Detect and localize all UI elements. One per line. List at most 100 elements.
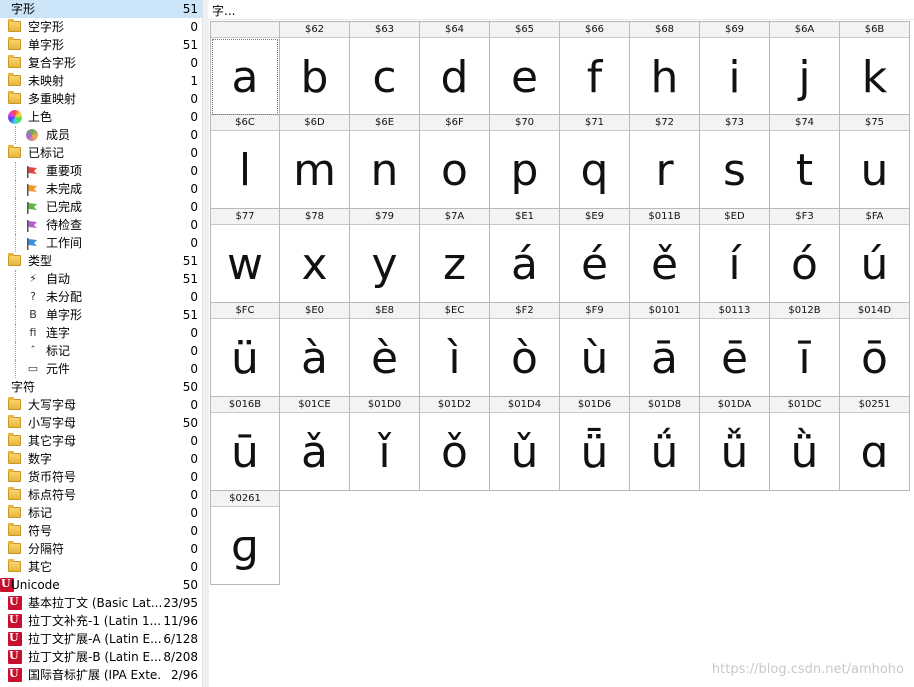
- glyph-cell[interactable]: $71 q: [560, 115, 630, 209]
- tree-item[interactable]: 基本拉丁文 (Basic Lat...23/95: [0, 593, 202, 612]
- glyph-cell[interactable]: $63 c: [350, 21, 420, 115]
- tree-item[interactable]: 类型 51: [0, 252, 202, 270]
- tree-item[interactable]: 未完成 0: [0, 180, 202, 198]
- glyph-cell[interactable]: $72 r: [630, 115, 700, 209]
- glyph-cell[interactable]: $73 s: [700, 115, 770, 209]
- glyph-cell[interactable]: $01DA ǚ: [700, 397, 770, 491]
- glyph-code: $F2: [490, 303, 559, 319]
- glyph-cell[interactable]: $01D8 ǘ: [630, 397, 700, 491]
- tree-item[interactable]: 空字形 0: [0, 18, 202, 36]
- glyph-cell[interactable]: $E0 à: [280, 303, 350, 397]
- tree-item[interactable]: 其它字母 0: [0, 432, 202, 450]
- tree-item[interactable]: 拉丁文扩展-B (Latin E...8/208: [0, 647, 202, 666]
- sidebar-tree[interactable]: 字形 51 空字形 0 单字形 51 复合字形 0 未映射 1 多重映射 0 上色 0 成员 0 已标记 0 重要项…: [0, 0, 202, 687]
- glyph-cell[interactable]: $74 t: [770, 115, 840, 209]
- tree-item[interactable]: 拉丁文扩展-A (Latin E...6/128: [0, 629, 202, 648]
- glyph-cell[interactable]: $79 y: [350, 209, 420, 303]
- tree-item[interactable]: 标记 0: [0, 504, 202, 522]
- tree-item[interactable]: 已完成 0: [0, 198, 202, 216]
- glyph-cell[interactable]: $F2 ò: [490, 303, 560, 397]
- tree-item[interactable]: Unicode 50: [0, 575, 202, 594]
- tree-item[interactable]: 重要项 0: [0, 162, 202, 180]
- tree-item[interactable]: 其它 0: [0, 558, 202, 576]
- tree-item[interactable]: 复合字形 0: [0, 54, 202, 72]
- glyph-cell[interactable]: $7A z: [420, 209, 490, 303]
- search-bar[interactable]: 字...: [208, 3, 914, 20]
- tree-item[interactable]: 拉丁文补充-1 (Latin 1...11/96: [0, 611, 202, 630]
- glyph-cell[interactable]: $011B ě: [630, 209, 700, 303]
- tree-item[interactable]: ? 未分配 0: [0, 288, 202, 306]
- glyph-cell[interactable]: $01D6 ǖ: [560, 397, 630, 491]
- glyph-cell[interactable]: $70 p: [490, 115, 560, 209]
- tree-item[interactable]: 待检查 0: [0, 216, 202, 234]
- glyph-cell[interactable]: $6D m: [280, 115, 350, 209]
- glyph-cell[interactable]: $6E n: [350, 115, 420, 209]
- folder-icon: [8, 37, 21, 50]
- glyph-cell[interactable]: $012B ī: [770, 303, 840, 397]
- tree-item-label: 自动: [46, 272, 71, 286]
- tree-item-label: 其它: [28, 560, 53, 574]
- tree-item[interactable]: 未映射 1: [0, 72, 202, 90]
- tree-item[interactable]: 单字形 51: [0, 36, 202, 54]
- glyph-cell[interactable]: a: [210, 21, 280, 115]
- tree-item[interactable]: 大写字母 0: [0, 396, 202, 414]
- glyph-cell[interactable]: $6A j: [770, 21, 840, 115]
- tree-item[interactable]: 上色 0: [0, 108, 202, 126]
- glyph-cell[interactable]: $0251 ɑ: [840, 397, 910, 491]
- tree-item[interactable]: 分隔符 0: [0, 540, 202, 558]
- glyph-cell[interactable]: $E9 é: [560, 209, 630, 303]
- glyph-cell[interactable]: $FA ú: [840, 209, 910, 303]
- glyph-cell[interactable]: $016B ū: [210, 397, 280, 491]
- glyph-cell[interactable]: $E1 á: [490, 209, 560, 303]
- glyph-cell[interactable]: $6F o: [420, 115, 490, 209]
- glyph-cell[interactable]: $F9 ù: [560, 303, 630, 397]
- glyph-cell[interactable]: $6B k: [840, 21, 910, 115]
- glyph-cell[interactable]: $0113 ē: [700, 303, 770, 397]
- tree-item[interactable]: 数字 0: [0, 450, 202, 468]
- glyph-cell[interactable]: $01D2 ǒ: [420, 397, 490, 491]
- glyph-cell[interactable]: $0261 ɡ: [210, 491, 280, 585]
- tree-item[interactable]: 字形 51: [0, 0, 202, 18]
- glyph-cell[interactable]: $78 x: [280, 209, 350, 303]
- glyph-cell[interactable]: $0101 ā: [630, 303, 700, 397]
- tree-item[interactable]: 小写字母 50: [0, 414, 202, 432]
- glyph-cell[interactable]: $68 h: [630, 21, 700, 115]
- glyph-cell[interactable]: $F3 ó: [770, 209, 840, 303]
- tree-item[interactable]: 货币符号 0: [0, 468, 202, 486]
- glyph-cell[interactable]: $01D4 ǔ: [490, 397, 560, 491]
- glyph-cell[interactable]: $65 e: [490, 21, 560, 115]
- tree-item[interactable]: 已标记 0: [0, 144, 202, 162]
- glyph-cell[interactable]: $ED í: [700, 209, 770, 303]
- tree-item[interactable]: 多重映射 0: [0, 90, 202, 108]
- glyph-cell[interactable]: $6C l: [210, 115, 280, 209]
- tree-item[interactable]: 标点符号 0: [0, 486, 202, 504]
- glyph-code: $66: [560, 22, 629, 38]
- tree-item[interactable]: 工作间 0: [0, 234, 202, 252]
- glyph-cell[interactable]: $69 i: [700, 21, 770, 115]
- glyph-cell[interactable]: $75 u: [840, 115, 910, 209]
- glyph-cell[interactable]: $01CE ǎ: [280, 397, 350, 491]
- glyph-cell[interactable]: $01DC ǜ: [770, 397, 840, 491]
- tree-item[interactable]: ﬁ 连字 0: [0, 324, 202, 342]
- glyph-cell[interactable]: $64 d: [420, 21, 490, 115]
- glyph-cell[interactable]: $EC ì: [420, 303, 490, 397]
- glyph-cell[interactable]: $62 b: [280, 21, 350, 115]
- tree-item[interactable]: ▭ 元件 0: [0, 360, 202, 378]
- tree-item[interactable]: ˆ 标记 0: [0, 342, 202, 360]
- glyph-cell[interactable]: $FC ü: [210, 303, 280, 397]
- tree-item[interactable]: 成员 0: [0, 126, 202, 144]
- tree-item[interactable]: 字符 50: [0, 378, 202, 396]
- glyph-cell[interactable]: $014D ō: [840, 303, 910, 397]
- tree-item[interactable]: 国际音标扩展 (IPA Exte... 2/96: [0, 665, 202, 684]
- folder-icon: [8, 397, 21, 410]
- glyph-cell[interactable]: $E8 è: [350, 303, 420, 397]
- glyph-code: $ED: [700, 209, 769, 225]
- tree-item[interactable]: 符号 0: [0, 522, 202, 540]
- glyph-preview: ù: [580, 333, 609, 384]
- glyph-code: $F3: [770, 209, 839, 225]
- glyph-cell[interactable]: $66 f: [560, 21, 630, 115]
- tree-item[interactable]: ⚡ 自动 51: [0, 270, 202, 288]
- glyph-cell[interactable]: $01D0 ǐ: [350, 397, 420, 491]
- glyph-cell[interactable]: $77 w: [210, 209, 280, 303]
- tree-item[interactable]: B 单字形 51: [0, 306, 202, 324]
